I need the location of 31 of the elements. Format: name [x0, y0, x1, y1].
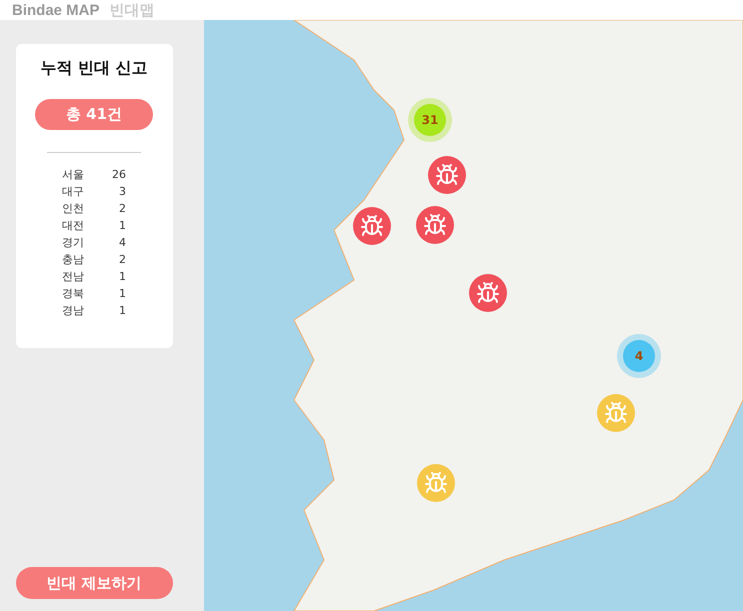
region-count: 1 [118, 269, 126, 285]
report-button[interactable]: 빈대 제보하기 [16, 567, 172, 599]
bug-icon [424, 471, 448, 495]
region-name: 대구 [62, 184, 85, 200]
bug-icon [360, 214, 384, 238]
total-count: 총 41건 [35, 99, 153, 130]
app-title: Bindae MAP [12, 2, 100, 18]
region-count: 1 [118, 218, 126, 234]
region-name: 전남 [62, 269, 85, 285]
region-name: 서울 [62, 167, 85, 183]
region-name: 경기 [62, 235, 85, 251]
region-name: 경북 [62, 286, 85, 302]
region-name: 인천 [62, 201, 85, 217]
card-title: 누적 빈대 신고 [40, 58, 148, 79]
map-view[interactable]: 31 4 [204, 20, 743, 611]
region-name: 충남 [62, 252, 85, 268]
bug-icon [604, 401, 628, 425]
region-count: 1 [118, 303, 126, 319]
bug-icon [435, 163, 459, 187]
bug-icon [476, 281, 500, 305]
cluster-marker[interactable]: 4 [617, 334, 661, 378]
bug-icon [423, 213, 447, 237]
region-name: 경남 [62, 303, 85, 319]
region-count: 2 [118, 252, 126, 268]
region-count: 1 [118, 286, 126, 302]
region-name: 대전 [62, 218, 85, 234]
region-count: 2 [118, 201, 126, 217]
region-count: 3 [118, 184, 126, 200]
region-count: 4 [118, 235, 126, 251]
cluster-marker[interactable]: 31 [408, 98, 452, 142]
region-count: 26 [111, 167, 126, 183]
